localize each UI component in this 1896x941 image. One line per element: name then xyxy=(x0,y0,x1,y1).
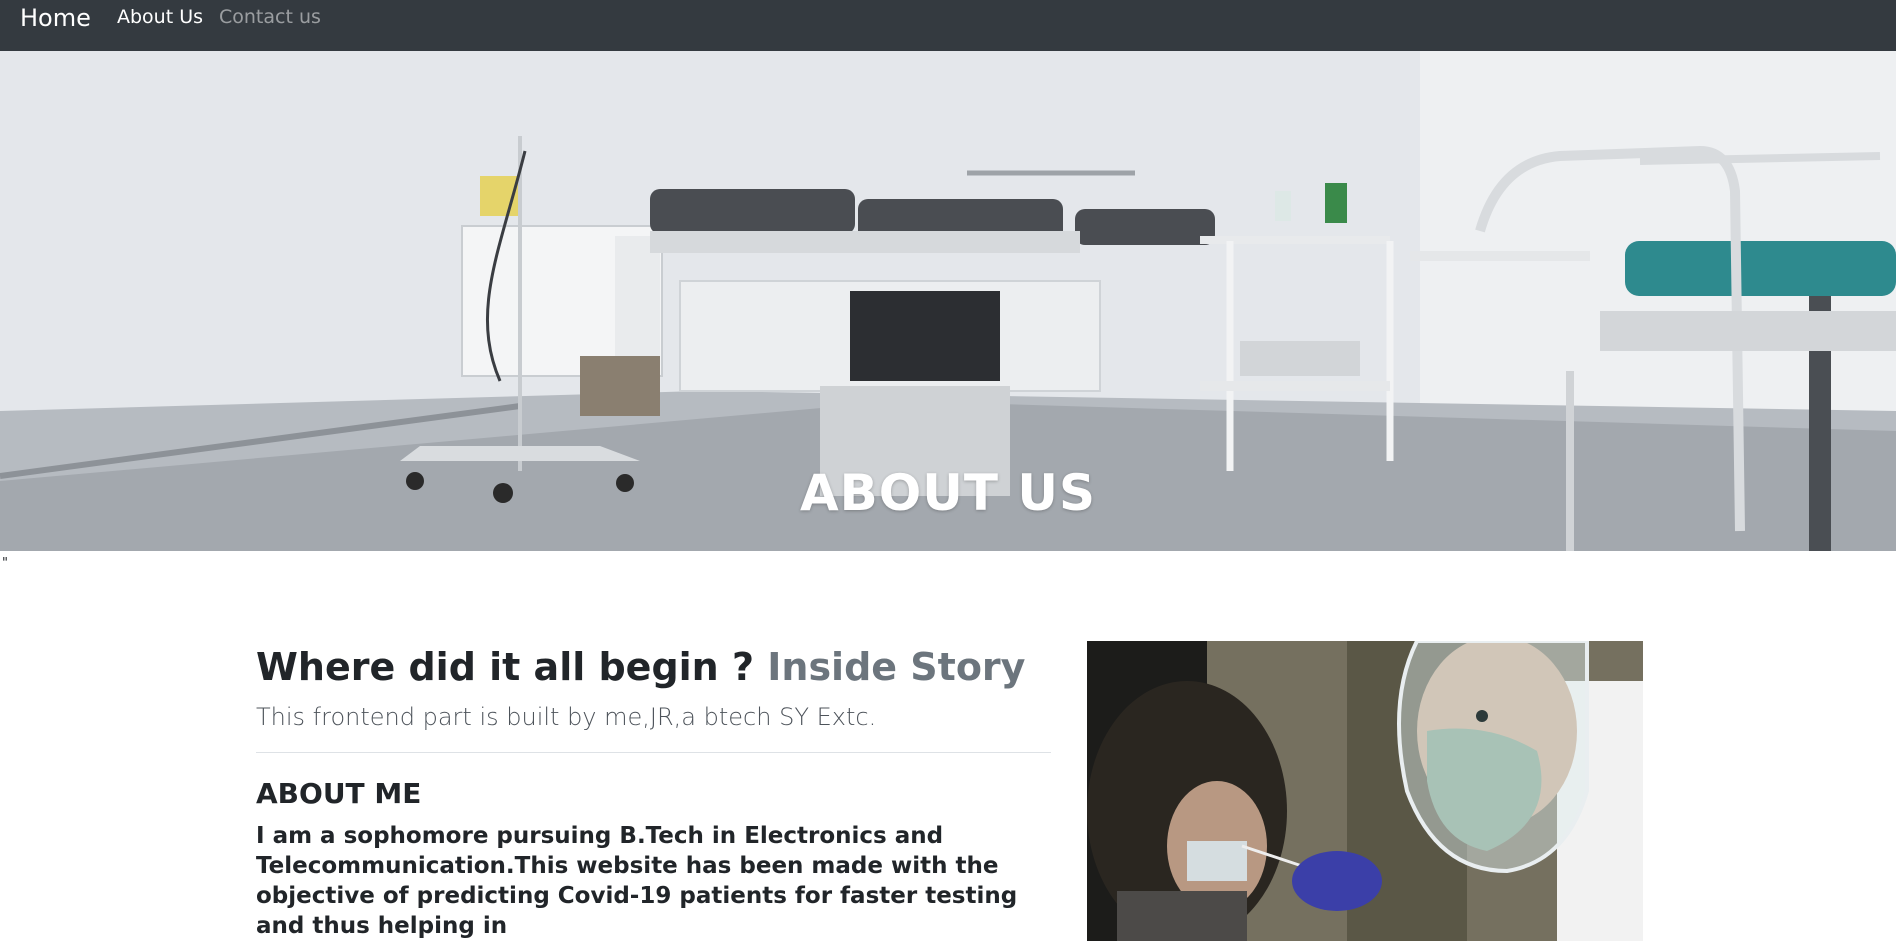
nav-contact-us[interactable]: Contact us xyxy=(219,4,321,30)
story-heading: Where did it all begin ? Inside Story xyxy=(256,641,1051,693)
hero-banner: ABOUT US xyxy=(0,51,1896,551)
divider xyxy=(256,752,1051,753)
about-me-title: ABOUT ME xyxy=(256,777,422,810)
story-heading-muted: Inside Story xyxy=(767,645,1026,689)
nav-about-us[interactable]: About Us xyxy=(117,4,203,30)
story-heading-main: Where did it all begin ? xyxy=(256,645,755,689)
hero-title: ABOUT US xyxy=(799,464,1097,522)
about-me-text: I am a sophomore pursuing B.Tech in Elec… xyxy=(256,823,1018,939)
inside-story-section: Where did it all begin ? Inside Story Th… xyxy=(256,641,1051,941)
covid-test-photo xyxy=(1087,641,1643,941)
stray-quote-text: " xyxy=(2,556,8,571)
covid-test-image xyxy=(1087,641,1643,941)
home-link[interactable]: Home xyxy=(20,2,91,34)
top-navbar: Home About Us Contact us xyxy=(0,0,1896,51)
story-lead: This frontend part is built by me,JR,a b… xyxy=(256,703,877,731)
